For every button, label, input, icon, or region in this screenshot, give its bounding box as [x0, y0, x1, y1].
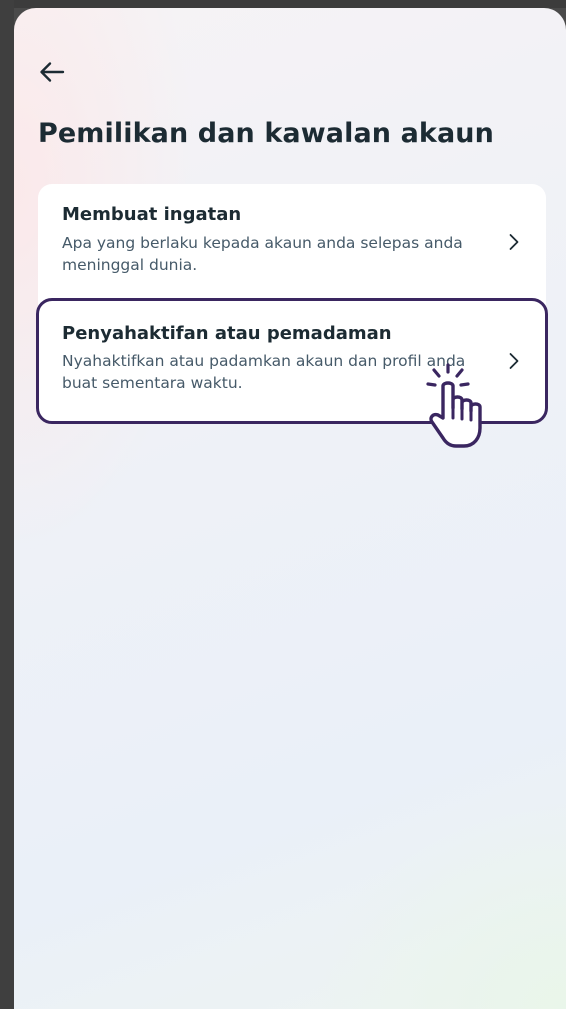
list-item-title: Membuat ingatan [62, 204, 242, 225]
list-item-description: Apa yang berlaku kepada akaun anda selep… [62, 234, 463, 274]
list-item-deactivation-deletion[interactable]: Penyahaktifan atau pemadaman Nyahaktifka… [36, 298, 548, 424]
chevron-right-icon [506, 232, 522, 252]
app-screen: Pemilikan dan kawalan akaun Membuat inga… [14, 8, 566, 1009]
list-item-description: Nyahaktifkan atau padamkan akaun dan pro… [62, 352, 466, 392]
device-frame: Pemilikan dan kawalan akaun Membuat inga… [0, 0, 566, 1009]
list-item-memorialization[interactable]: Membuat ingatan Apa yang berlaku kepada … [38, 184, 546, 300]
settings-card: Membuat ingatan Apa yang berlaku kepada … [36, 184, 548, 424]
frame-top-edge [0, 0, 566, 8]
back-button[interactable] [36, 56, 68, 88]
page-title: Pemilikan dan kawalan akaun [38, 118, 494, 149]
frame-left-edge [0, 0, 14, 1009]
arrow-left-icon [40, 62, 65, 82]
list-item-title: Penyahaktifan atau pemadaman [62, 323, 392, 344]
chevron-right-icon [506, 351, 522, 371]
